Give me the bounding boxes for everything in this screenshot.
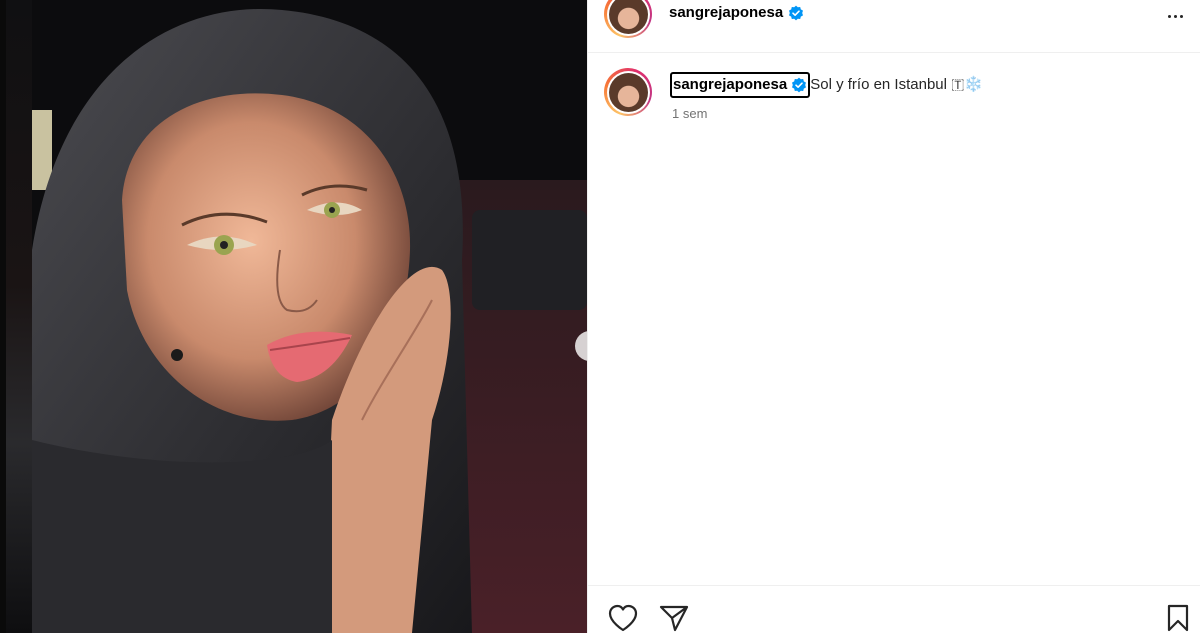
caption-username-link[interactable]: sangrejaponesa (670, 72, 811, 98)
post-header: sangrejaponesa (588, 0, 1200, 53)
more-options-button[interactable] (1163, 8, 1187, 24)
bookmark-icon (1167, 604, 1189, 632)
heart-icon (608, 604, 638, 632)
post-timestamp[interactable]: 1 sem (672, 106, 707, 121)
avatar-image (608, 72, 648, 112)
save-button[interactable] (1166, 604, 1190, 632)
verified-badge-icon (789, 5, 804, 20)
caption-text: Sol y frío en Istanbul 🇹❄️ (810, 76, 984, 93)
post-image[interactable] (32, 0, 587, 633)
post-caption: sangrejaponesa Sol y frío en Istanbul 🇹❄… (670, 72, 983, 98)
like-button[interactable] (608, 604, 638, 632)
caption-username-text[interactable]: sangrejaponesa (673, 74, 787, 96)
username-text[interactable]: sangrejaponesa (669, 4, 783, 21)
post-details-panel: sangrejaponesa sangrejaponesa Sol y frío… (587, 0, 1200, 633)
send-icon (659, 605, 689, 632)
header-username[interactable]: sangrejaponesa (669, 4, 804, 21)
caption-avatar[interactable] (604, 68, 652, 116)
share-button[interactable] (659, 604, 689, 632)
photo-illustration (32, 0, 587, 633)
verified-badge-icon (792, 77, 807, 93)
background-strip (0, 0, 32, 633)
more-options-icon (1167, 14, 1171, 18)
action-bar (588, 585, 1200, 634)
avatar-image (608, 0, 648, 34)
header-avatar[interactable] (604, 0, 652, 38)
